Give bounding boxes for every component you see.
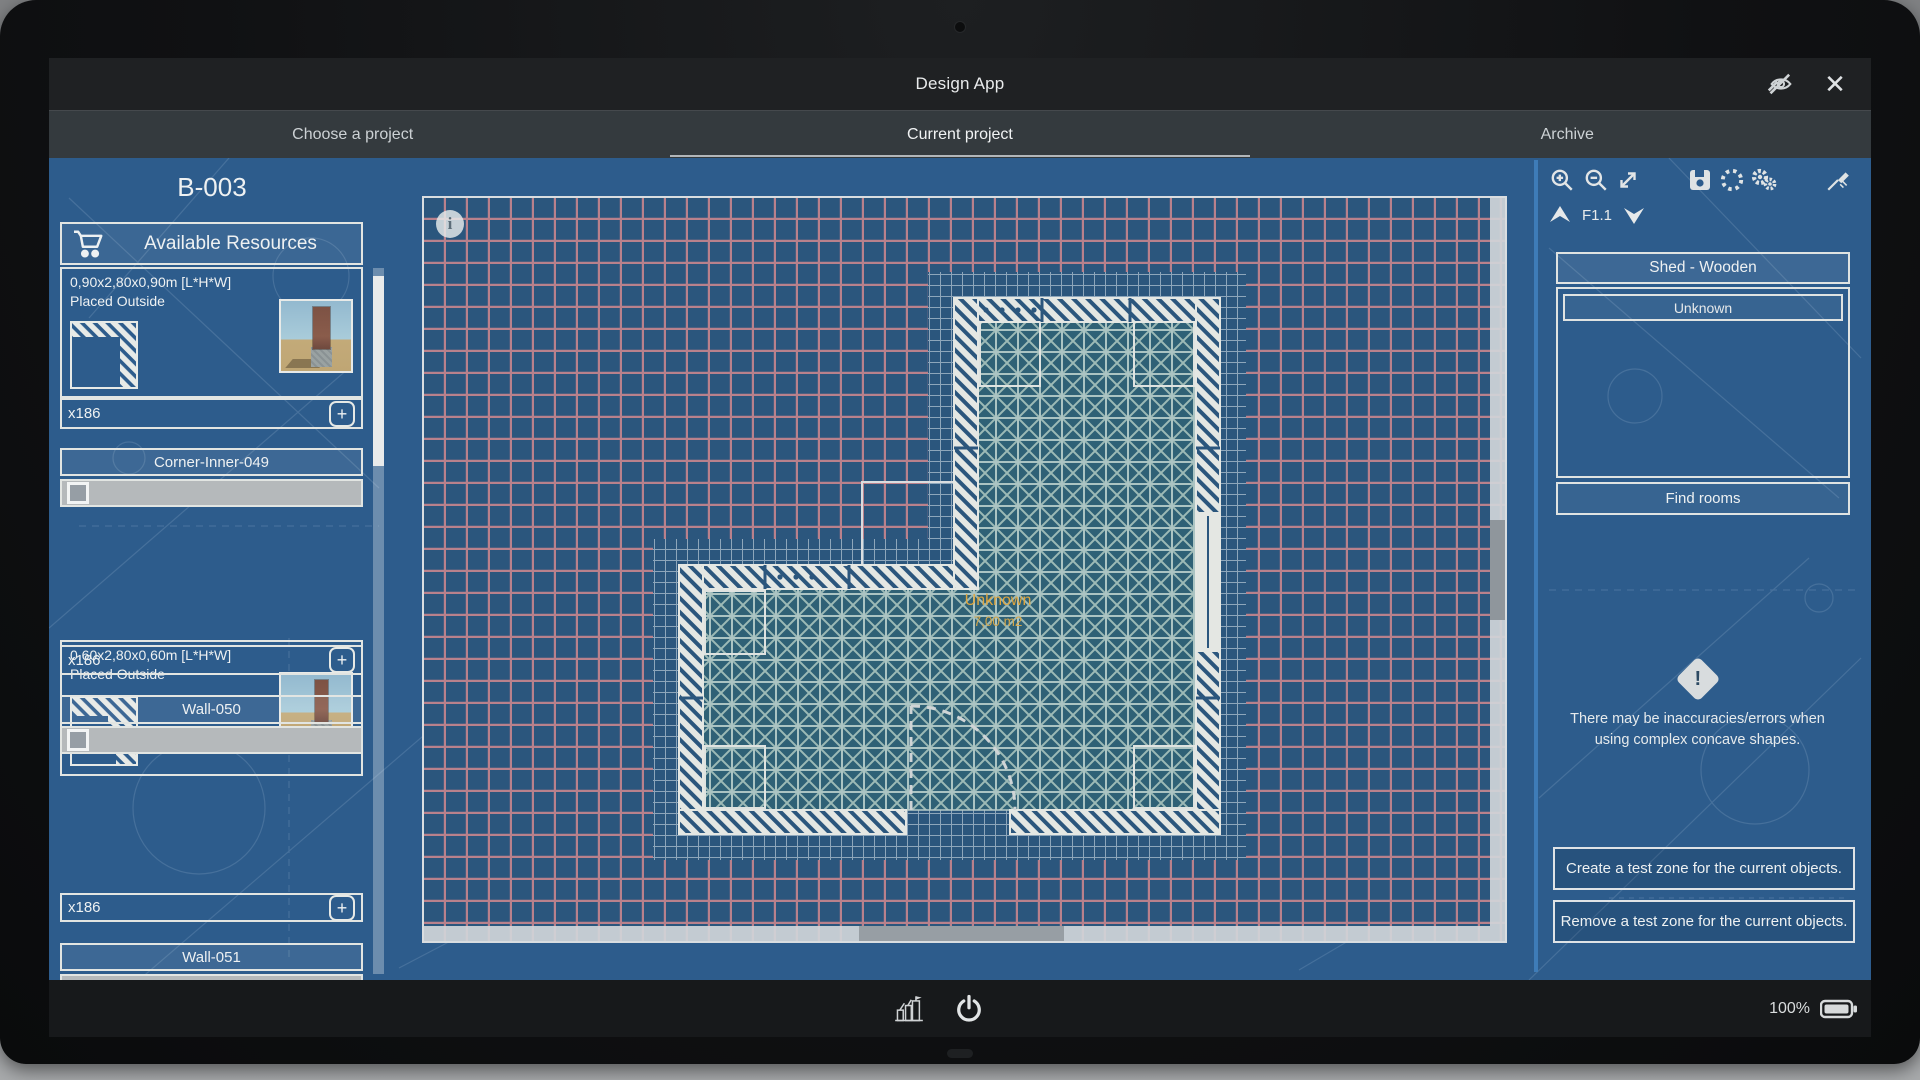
resource-title-wall-051[interactable]: Wall-051 xyxy=(60,943,363,971)
webcam-dot xyxy=(954,21,966,33)
canvas-vertical-scrollbar[interactable] xyxy=(1490,198,1505,941)
sidebar-scrollbar-thumb[interactable] xyxy=(373,276,384,466)
tab-current-project[interactable]: Current project xyxy=(656,111,1263,158)
create-test-zone-button[interactable]: Create a test zone for the current objec… xyxy=(1553,847,1855,890)
bezel-accent xyxy=(947,1049,973,1058)
visibility-off-icon[interactable] xyxy=(1767,70,1795,98)
loading-spinner-icon[interactable] xyxy=(1718,166,1746,194)
concave-warning: ! There may be inaccuracies/errors when … xyxy=(1534,663,1861,751)
sidebar-scrollbar[interactable] xyxy=(373,268,384,974)
blueprint-canvas[interactable]: i Unknown 7,00 m2 xyxy=(422,196,1507,943)
cart-icon xyxy=(72,229,106,259)
canvas-vertical-scrollbar-thumb[interactable] xyxy=(1490,520,1505,620)
info-icon[interactable]: i xyxy=(436,210,464,238)
warning-icon: ! xyxy=(1675,656,1720,701)
room-list-item[interactable]: Unknown xyxy=(1563,294,1843,321)
shed-panel-title: Shed - Wooden xyxy=(1556,252,1850,284)
resource-checkbox[interactable] xyxy=(67,482,89,504)
construction-site-icon[interactable] xyxy=(894,995,924,1023)
zoom-in-icon[interactable] xyxy=(1548,166,1576,194)
shed-panel: Shed - Wooden Unknown Find rooms xyxy=(1556,252,1850,515)
add-resource-button[interactable]: + xyxy=(329,647,355,673)
resource-drag-bar xyxy=(60,726,363,754)
resource-title-corner-inner-049[interactable]: Corner-Inner-049 xyxy=(60,448,363,476)
tab-choose-project[interactable]: Choose a project xyxy=(49,111,656,158)
remove-test-zone-button[interactable]: Remove a test zone for the current objec… xyxy=(1553,900,1855,943)
resource-checkbox[interactable] xyxy=(67,729,89,751)
floorplan-drawing xyxy=(424,198,1505,941)
tab-bar: Choose a project Current project Archive xyxy=(49,110,1871,158)
resource-count-row: x186 + xyxy=(60,893,363,922)
canvas-horizontal-scrollbar[interactable] xyxy=(424,926,1490,941)
battery-percent: 100% xyxy=(1769,1000,1810,1018)
resource-dimensions: 0,90x2,80x0,90m [L*H*W] xyxy=(70,274,231,290)
resource-count: x186 xyxy=(68,899,101,916)
resources-sidebar: B-003 Available Resources 0,90x2,80x0,90… xyxy=(52,158,388,980)
power-icon[interactable] xyxy=(954,994,984,1024)
app-title: Design App xyxy=(916,74,1005,94)
find-rooms-button[interactable]: Find rooms xyxy=(1556,482,1850,515)
resource-count-row: x186 + xyxy=(60,645,363,675)
resource-title-wall-050[interactable]: Wall-050 xyxy=(60,695,363,724)
app-screen: Design App ✕ Choose a project Current xyxy=(49,58,1871,1037)
close-icon[interactable]: ✕ xyxy=(1821,70,1849,98)
main-area: B-003 Available Resources 0,90x2,80x0,90… xyxy=(49,158,1871,980)
resource-drag-bar xyxy=(60,479,363,507)
panel-divider xyxy=(1534,160,1538,972)
resource-count: x186 xyxy=(68,405,101,422)
resource-thumbnail xyxy=(279,299,353,373)
corner-outer-diagram xyxy=(70,321,138,391)
tools-panel: F1.1 Shed - Wooden Unknown Find rooms ! xyxy=(1534,158,1861,980)
available-resources-header[interactable]: Available Resources xyxy=(60,222,363,265)
tab-archive[interactable]: Archive xyxy=(1264,111,1871,158)
battery-icon xyxy=(1820,998,1858,1020)
zoom-out-icon[interactable] xyxy=(1582,166,1610,194)
floor-navigation: F1.1 xyxy=(1546,202,1648,228)
canvas-horizontal-scrollbar-thumb[interactable] xyxy=(859,926,1064,941)
project-code: B-003 xyxy=(52,172,372,203)
warning-line2: using complex concave shapes. xyxy=(1534,730,1861,751)
resource-placement: Placed Outside xyxy=(70,293,165,309)
bottom-bar: 100% xyxy=(49,980,1871,1037)
settings-gears-icon[interactable] xyxy=(1750,166,1778,194)
monitor-bezel: Design App ✕ Choose a project Current xyxy=(0,0,1920,1064)
resource-count: x186 xyxy=(68,652,101,669)
warning-line1: There may be inaccuracies/errors when xyxy=(1534,709,1861,730)
add-resource-button[interactable]: + xyxy=(329,895,355,921)
save-icon[interactable] xyxy=(1686,166,1714,194)
title-bar: Design App ✕ xyxy=(49,58,1871,110)
clean-broom-icon[interactable] xyxy=(1824,166,1852,194)
resize-icon[interactable] xyxy=(1614,166,1642,194)
floor-label: F1.1 xyxy=(1582,207,1612,224)
available-resources-label: Available Resources xyxy=(106,233,361,255)
add-resource-button[interactable]: + xyxy=(329,401,355,427)
resource-count-row: x186 + xyxy=(60,398,363,429)
floor-up-icon[interactable] xyxy=(1546,202,1574,228)
floor-down-icon[interactable] xyxy=(1620,202,1648,228)
resource-card: 0,90x2,80x0,90m [L*H*W] Placed Outside xyxy=(60,267,363,398)
room-list: Unknown xyxy=(1556,287,1850,478)
